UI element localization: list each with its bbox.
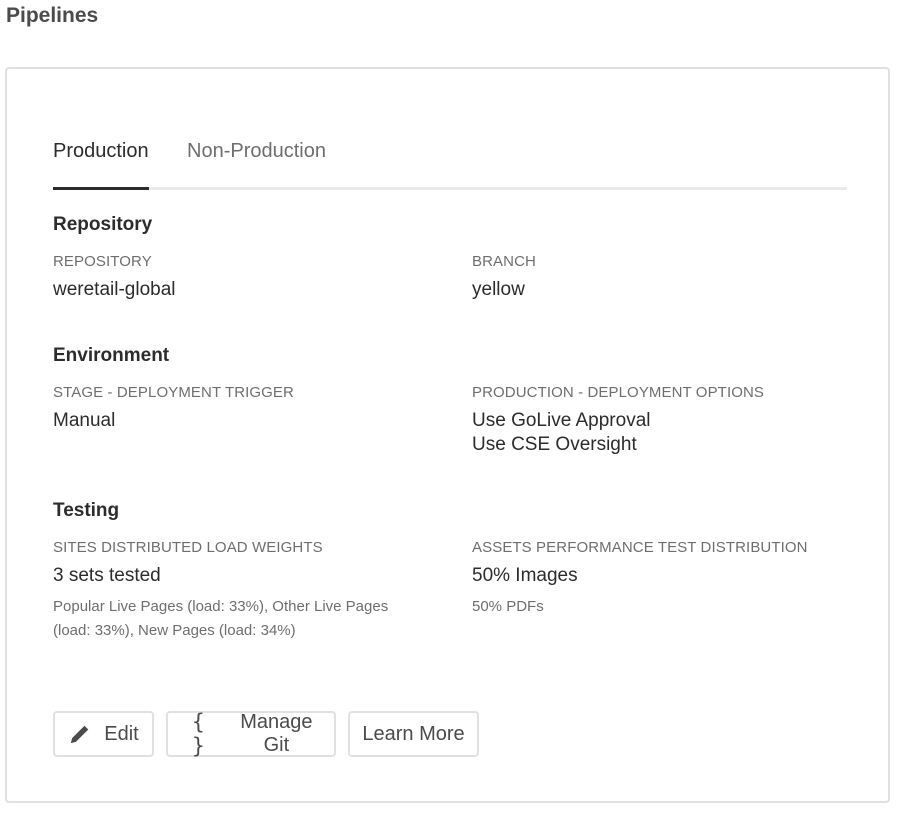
production-options-label: PRODUCTION - DEPLOYMENT OPTIONS — [472, 384, 765, 401]
pipeline-card: Production Non-Production Repository REP… — [5, 67, 890, 803]
manage-git-button[interactable]: { } Manage Git — [166, 710, 336, 758]
pencil-icon — [68, 722, 92, 746]
sites-load-weights-detail-line2: (load: 33%), New Pages (load: 34%) — [53, 622, 296, 639]
sites-load-weights-detail-line1: Popular Live Pages (load: 33%), Other Li… — [53, 598, 389, 615]
sites-load-weights-label: SITES DISTRIBUTED LOAD WEIGHTS — [53, 539, 323, 556]
repository-value: weretail-global — [53, 279, 176, 300]
learn-more-button-label: Learn More — [362, 722, 465, 745]
testing-heading: Testing — [53, 500, 120, 521]
edit-button-label: Edit — [104, 722, 139, 745]
braces-icon: { } — [192, 710, 207, 758]
pipeline-tabs: Production Non-Production — [53, 135, 847, 190]
edit-button[interactable]: Edit — [53, 711, 154, 757]
tab-non-production[interactable]: Non-Production — [187, 135, 326, 187]
repository-label: REPOSITORY — [53, 253, 152, 270]
stage-trigger-value: Manual — [53, 410, 116, 431]
sites-load-weights-value: 3 sets tested — [53, 565, 161, 586]
production-option-cse: Use CSE Oversight — [472, 434, 637, 455]
stage-trigger-label: STAGE - DEPLOYMENT TRIGGER — [53, 384, 294, 401]
environment-heading: Environment — [53, 345, 170, 366]
assets-distribution-value: 50% Images — [472, 565, 578, 586]
page-title: Pipelines — [6, 4, 99, 27]
repository-heading: Repository — [53, 214, 153, 235]
assets-distribution-label: ASSETS PERFORMANCE TEST DISTRIBUTION — [472, 539, 808, 556]
branch-label: BRANCH — [472, 253, 536, 270]
manage-git-button-label: Manage Git — [240, 711, 313, 756]
learn-more-button[interactable]: Learn More — [348, 711, 479, 757]
assets-distribution-detail: 50% PDFs — [472, 598, 544, 615]
tab-production[interactable]: Production — [53, 135, 149, 190]
branch-value: yellow — [472, 279, 525, 300]
production-option-golive: Use GoLive Approval — [472, 410, 651, 431]
